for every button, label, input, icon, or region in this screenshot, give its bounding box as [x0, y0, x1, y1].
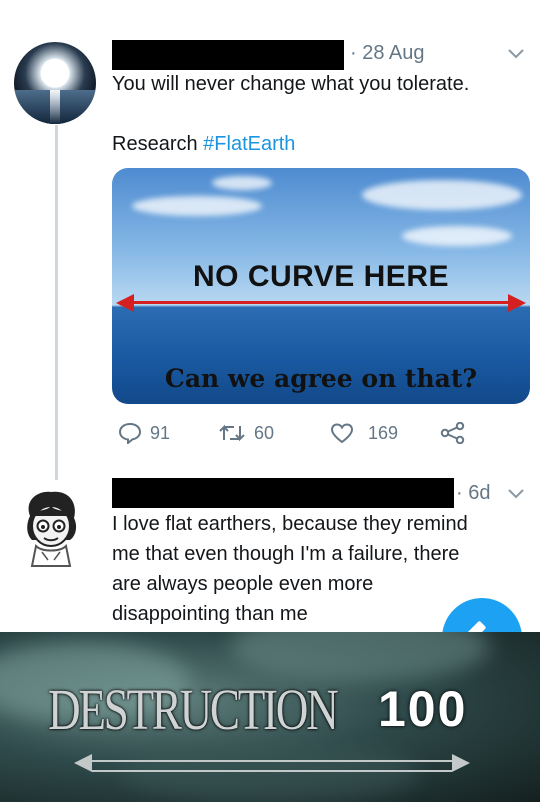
cloud [212, 176, 272, 190]
smoke [230, 632, 490, 682]
tweet-caption: Research #FlatEarth [112, 130, 295, 158]
thread-connector-line [55, 125, 58, 480]
retweet-count: 60 [254, 422, 275, 443]
avatar[interactable] [16, 486, 86, 572]
tweet-body-line: are always people even more [112, 573, 374, 595]
meme-caption: DESTRUCTION 100 [48, 676, 465, 743]
smoke [120, 742, 420, 802]
redacted-username [112, 40, 344, 70]
redacted-username [112, 478, 454, 508]
meme-word: DESTRUCTION [48, 677, 339, 742]
cloud [362, 180, 522, 210]
chevron-down-icon[interactable] [508, 486, 524, 502]
avatar[interactable] [14, 42, 96, 124]
retweet-icon[interactable] [218, 422, 246, 444]
reply-action[interactable]: 91 [118, 422, 170, 444]
like-action[interactable]: 169 [330, 422, 398, 444]
arrow-right-head [508, 294, 526, 312]
arrow-left-head [116, 294, 134, 312]
retweet-action[interactable]: 60 [218, 422, 274, 444]
tweet-timestamp[interactable]: · 28 Aug [350, 42, 425, 65]
share-action[interactable] [440, 422, 466, 444]
tweet-timestamp[interactable]: · 6d [456, 482, 490, 505]
tweet-body-line: I love flat earthers, because they remin… [112, 513, 468, 535]
divider-tip-left [74, 754, 92, 772]
meme-number: 100 [378, 681, 468, 737]
image-headline: NO CURVE HERE [193, 260, 449, 293]
tweet-body: You will never change what you tolerate. [112, 73, 470, 95]
chevron-down-icon[interactable] [508, 46, 524, 62]
meme-banner: DESTRUCTION 100 [0, 632, 540, 802]
divider-tip-right [452, 754, 470, 772]
cloud [402, 226, 512, 246]
like-icon[interactable] [330, 422, 354, 444]
cloud [132, 196, 262, 216]
share-icon[interactable] [440, 422, 466, 444]
tweet-body-line: me that even though I'm a failure, there [112, 543, 460, 565]
tweet-image[interactable]: NO CURVE HERE Can we agree on that? [112, 168, 530, 404]
meme-divider-bar [92, 760, 452, 772]
reply-count: 91 [150, 422, 171, 443]
hashtag-link[interactable]: #FlatEarth [203, 133, 295, 155]
tweet-body-line: disappointing than me [112, 603, 308, 625]
caption-prefix: Research [112, 133, 204, 155]
avatar-moon-reflection [50, 90, 60, 124]
image-subline: Can we agree on that? [164, 364, 478, 393]
like-count: 169 [368, 422, 399, 443]
horizon-arrow-line [126, 301, 516, 304]
reply-icon[interactable] [118, 422, 142, 444]
